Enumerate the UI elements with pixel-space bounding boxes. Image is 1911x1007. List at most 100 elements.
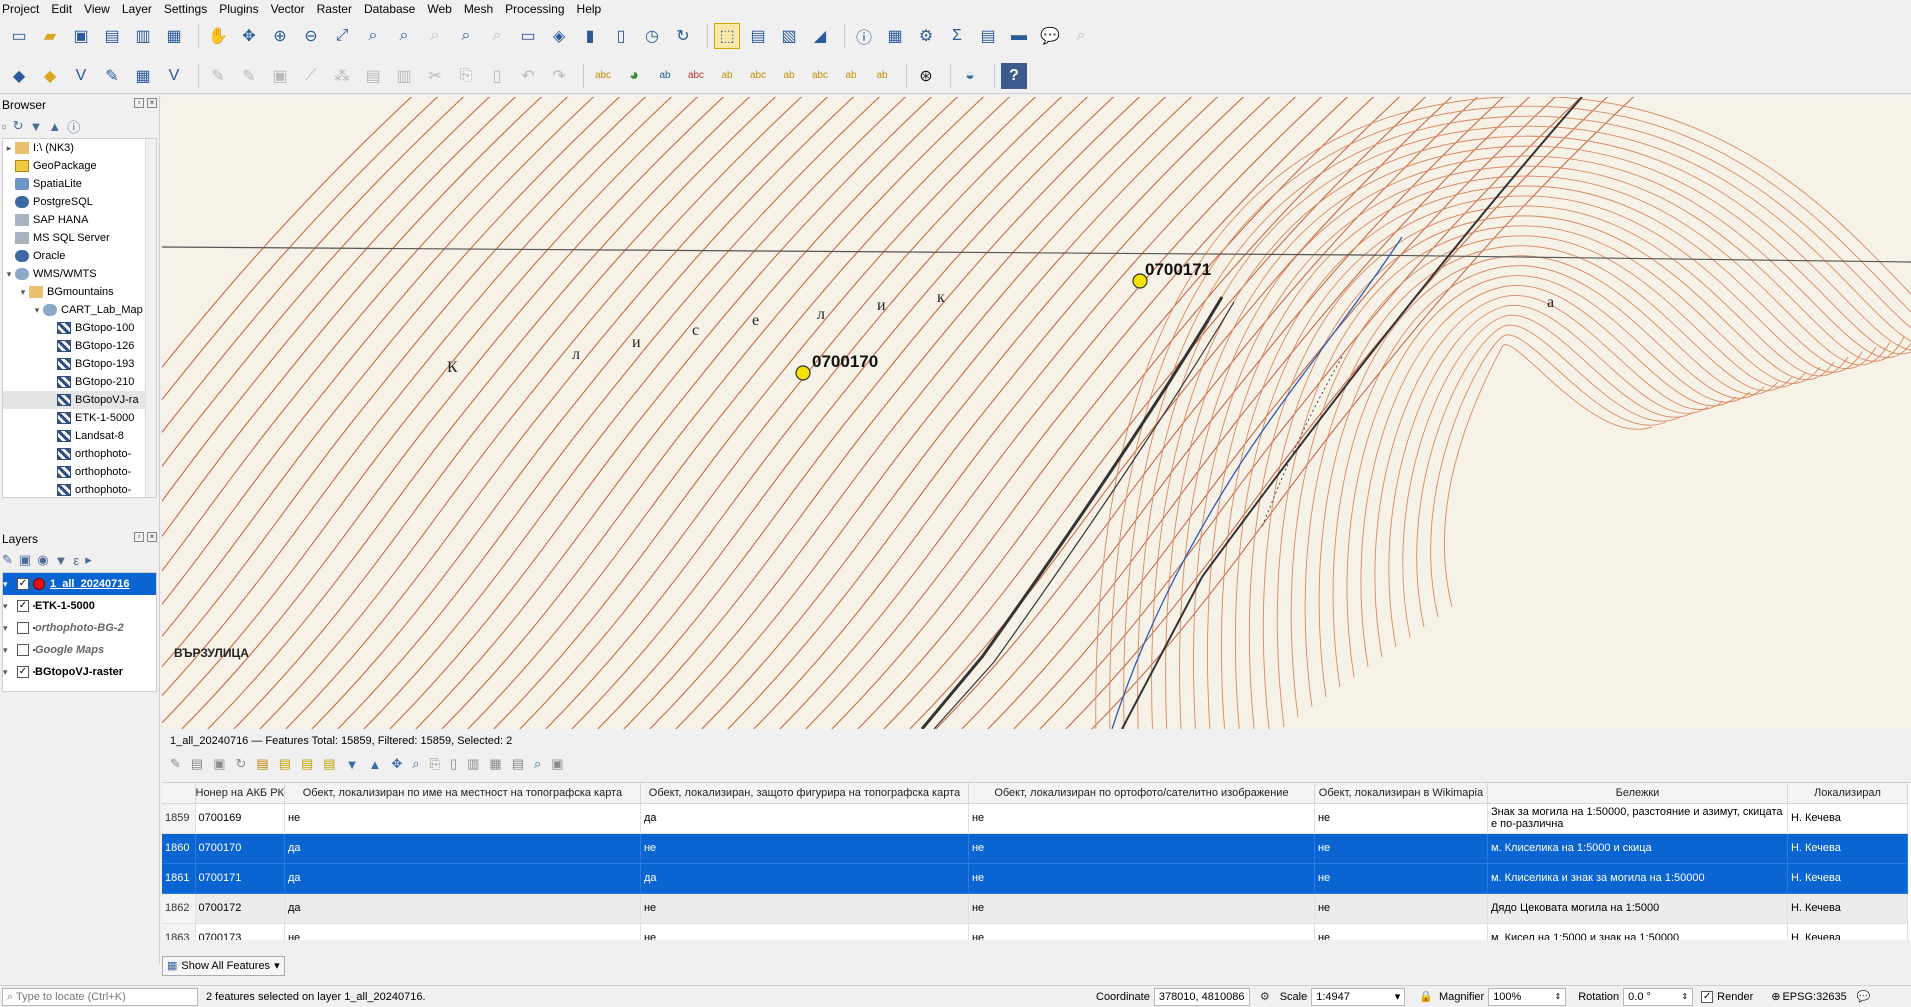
change-label-icon[interactable]: abc [807, 63, 833, 89]
chevron-down-icon[interactable]: ▾ [3, 601, 13, 612]
select-location-icon[interactable]: ◢ [807, 23, 833, 49]
browser-item[interactable]: MS SQL Server [3, 229, 156, 247]
visibility-icon[interactable]: ◉ [37, 552, 48, 568]
menu-web[interactable]: Web [421, 0, 457, 18]
browser-item[interactable]: BGtopo-126 [3, 337, 156, 355]
render-checkbox[interactable]: ✓ [1701, 990, 1714, 1003]
field-calculator-icon[interactable]: ▦ [489, 756, 501, 772]
undo-icon[interactable]: ↶ [515, 63, 541, 89]
delete-selected-icon[interactable]: ▥ [391, 63, 417, 89]
add-feature-icon[interactable]: ▤ [256, 756, 268, 772]
rotation-spin[interactable]: 0.0 ° ⇕ [1623, 987, 1694, 1006]
table-cell[interactable]: не [284, 803, 641, 834]
new-geopackage-icon[interactable]: ◆ [37, 63, 63, 89]
zoom-full-icon[interactable]: ⤢ [329, 23, 355, 49]
table-cell[interactable]: не [1314, 833, 1488, 864]
help-icon[interactable]: ? [1001, 62, 1027, 89]
add-delimited-text-icon[interactable]: ✎ [99, 63, 125, 89]
browser-item[interactable]: BGtopo-210 [3, 373, 156, 391]
toggle-extents-icon[interactable]: ⚙ [1260, 990, 1270, 1003]
menu-processing[interactable]: Processing [499, 0, 570, 18]
select-by-value-icon[interactable]: ▤ [745, 23, 771, 49]
browser-item[interactable]: ▾ WMS/WMTS [3, 265, 156, 283]
table-cell[interactable]: 0700171 [195, 863, 285, 894]
gps-plugin-icon[interactable]: ⊛ [913, 63, 939, 89]
table-row[interactable]: 1862 0700172 да не не не Дядо Цековата могила … [162, 893, 1908, 924]
table-cell[interactable]: не [640, 833, 969, 864]
new-project-icon[interactable]: ▭ [6, 23, 32, 49]
table-cell[interactable]: не [968, 803, 1315, 834]
browser-item[interactable]: ETK-1-5000 [3, 409, 156, 427]
map-tips-icon[interactable]: 💬 [1037, 23, 1063, 49]
processing-toolbox-icon[interactable]: ⚙ [913, 23, 939, 49]
save-edits-icon[interactable]: ▣ [213, 756, 225, 772]
browser-item[interactable]: BGtopoVJ-ra [3, 391, 156, 409]
select-all-icon[interactable]: ▤ [279, 756, 291, 772]
column-header[interactable]: Обект, локализиран в Wikimapia [1314, 783, 1488, 804]
redo-icon[interactable]: ↷ [546, 63, 572, 89]
style-icon[interactable]: ✎ [2, 552, 13, 568]
table-cell[interactable]: не [1314, 893, 1488, 924]
browser-scrollbar[interactable] [145, 139, 156, 497]
identify-icon[interactable]: ⓘ [851, 23, 877, 49]
open-field-calculator-icon[interactable]: ▤ [975, 23, 1001, 49]
copy-features-icon[interactable]: ⎘ [453, 63, 479, 89]
browser-item[interactable]: Landsat-8 [3, 427, 156, 445]
deselect-all-icon[interactable]: ▤ [323, 756, 335, 772]
browser-item[interactable]: SAP HANA [3, 211, 156, 229]
conditional-format-icon[interactable]: ▤ [512, 756, 524, 772]
table-cell[interactable]: 0700170 [195, 833, 285, 864]
row-number[interactable]: 1861 [162, 863, 196, 894]
copy-rows-icon[interactable]: ⎘ [430, 756, 440, 772]
info-icon[interactable]: ⓘ [67, 117, 80, 136]
table-cell[interactable]: Знак за могила на 1:50000, разстояние и … [1487, 803, 1788, 834]
pan-to-selected-icon[interactable]: ✥ [391, 756, 402, 772]
column-header[interactable]: Обект, локализиран по име на местност на… [284, 783, 641, 804]
browser-item[interactable]: ▸ I:\ (NK3) [3, 139, 156, 157]
chevron-down-icon[interactable]: ▾ [3, 667, 13, 678]
menu-view[interactable]: View [78, 0, 116, 18]
actions-icon[interactable]: ⌕ [534, 756, 541, 772]
float-icon[interactable]: ▫ [134, 532, 144, 542]
add-vector-layer-icon[interactable]: V [68, 63, 94, 89]
table-cell[interactable]: 0700169 [195, 803, 285, 834]
zoom-in-icon[interactable]: ⊕ [267, 23, 293, 49]
chevron-down-icon[interactable]: ▾ [3, 645, 13, 656]
style-manager-icon[interactable]: ▦ [161, 23, 187, 49]
column-header[interactable]: Обект, локализиран по ортофото/сателитно… [968, 783, 1315, 804]
paste-rows-icon[interactable]: ▯ [450, 756, 457, 772]
table-cell[interactable]: не [968, 863, 1315, 894]
browser-item[interactable]: ▾ CART_Lab_Map [3, 301, 156, 319]
messages-icon[interactable]: 💬 [1857, 990, 1871, 1003]
chevron-down-icon[interactable]: ▾ [3, 579, 13, 590]
table-cell[interactable]: не [968, 893, 1315, 924]
browser-item[interactable]: orthophoto- [3, 463, 156, 481]
layers-tree[interactable]: ▾ ✓ 1_all_20240716 ▾ ✓ ETK-1-5000 ▾ orthophoto-… [2, 572, 157, 692]
row-number[interactable]: 1863 [162, 923, 196, 940]
browser-item[interactable]: orthophoto- [3, 445, 156, 463]
table-cell[interactable]: м. Кисел на 1:5000 и знак на 1:50000 [1487, 923, 1788, 940]
table-cell[interactable]: не [968, 923, 1315, 940]
toggle-editing-icon[interactable]: ✎ [236, 63, 262, 89]
deselect-icon[interactable]: ▧ [776, 23, 802, 49]
layer-item[interactable]: ▾ ✓ ETK-1-5000 [3, 595, 156, 617]
table-cell[interactable]: Дядо Цековата могила на 1:5000 [1487, 893, 1788, 924]
layer-item[interactable]: ▾ orthophoto-BG-2 [3, 617, 156, 639]
table-cell[interactable]: да [284, 893, 641, 924]
table-row[interactable]: 1861 0700171 да да не не м. Клиселика и знак з… [162, 863, 1908, 894]
row-number[interactable]: 1860 [162, 833, 196, 864]
feature-point-0700170[interactable] [795, 365, 811, 381]
table-cell[interactable]: м. Клиселика на 1:5000 и скица [1487, 833, 1788, 864]
zoom-selection-icon[interactable]: ⌕ [360, 23, 386, 49]
paste-features-icon[interactable]: ▯ [484, 63, 510, 89]
menu-help[interactable]: Help [571, 0, 608, 18]
column-header[interactable]: Локализирал [1787, 783, 1908, 804]
measure-icon[interactable]: ▬ [1006, 23, 1032, 49]
refresh-icon[interactable]: ↻ [13, 118, 24, 134]
table-cell[interactable]: не [640, 893, 969, 924]
diagram-icon[interactable]: ◕ [621, 63, 647, 89]
add-wms-layer-icon[interactable]: V [161, 63, 187, 89]
show-all-features-button[interactable]: ▦ Show All Features ▾ [162, 956, 285, 976]
statistics-icon[interactable]: Σ [944, 23, 970, 49]
filter-expression-icon[interactable]: ε [73, 553, 79, 568]
